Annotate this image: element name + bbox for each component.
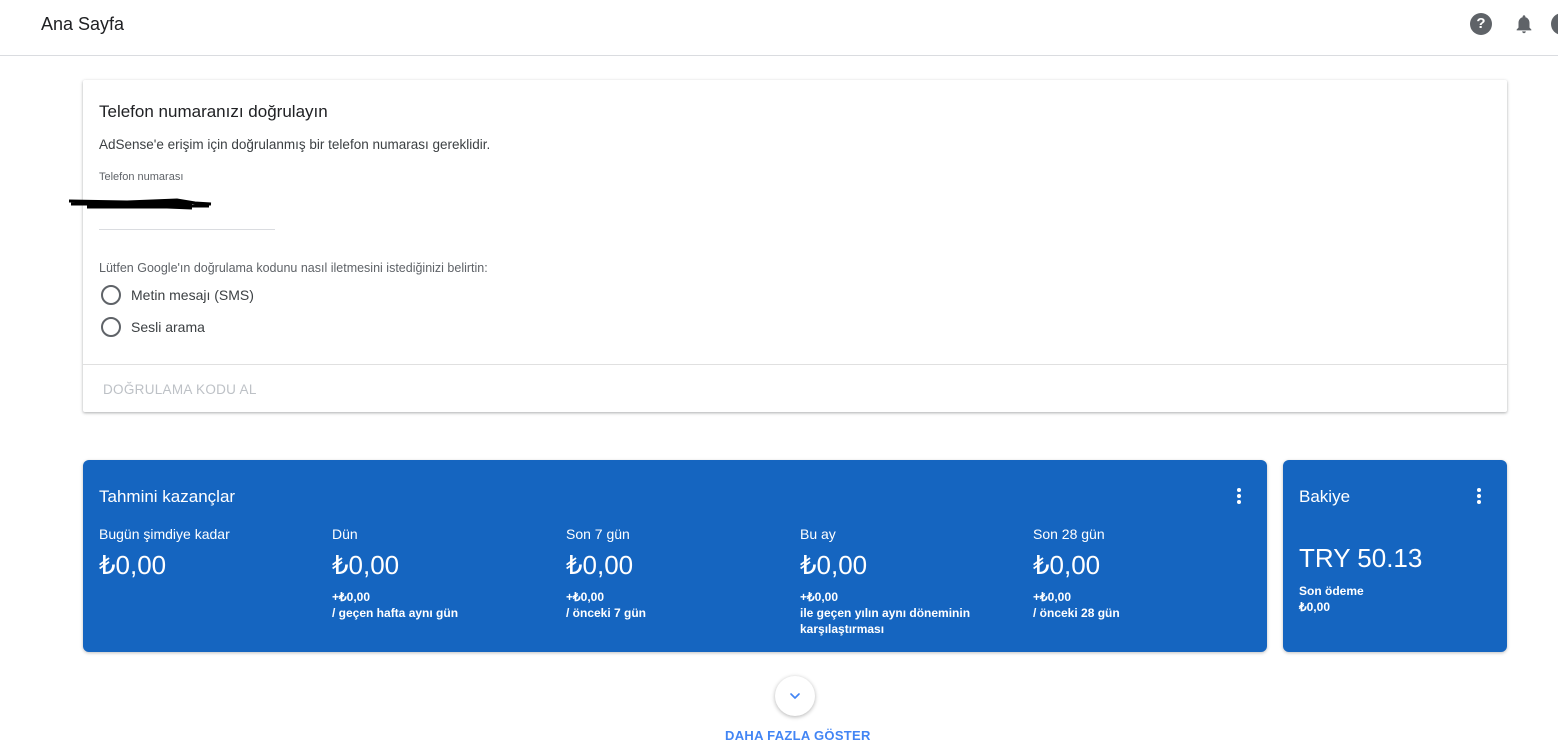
metric-comparison: +₺0,00 ile geçen yılın aynı döneminin ka… xyxy=(800,589,1000,637)
metric-comparison: +₺0,00 / önceki 28 gün xyxy=(1033,589,1233,621)
metric-label: Son 28 gün xyxy=(1033,526,1105,542)
phone-verification-card: Telefon numaranızı doğrulayın AdSense'e … xyxy=(68,80,1507,412)
metric-compare-text: ile geçen yılın aynı döneminin karşılaşt… xyxy=(800,606,971,636)
last-payment-label: Son ödeme xyxy=(1299,584,1364,598)
earnings-card-title: Tahmini kazançlar xyxy=(99,487,236,506)
metric-value: ₺0,00 xyxy=(1033,550,1101,580)
radio-option-sms[interactable]: Metin mesajı (SMS) xyxy=(101,285,254,305)
balance-card-title: Bakiye xyxy=(1299,487,1351,506)
radio-button-icon[interactable] xyxy=(101,285,121,305)
metric-label: Son 7 gün xyxy=(566,526,630,542)
metric-value: ₺0,00 xyxy=(99,550,167,580)
estimated-earnings-card: Tahmini kazançlar Bugün şimdiye kadar ₺0… xyxy=(83,460,1267,652)
metric-label: Bugün şimdiye kadar xyxy=(99,526,230,542)
delivery-method-prompt: Lütfen Google'ın doğrulama kodunu nasıl … xyxy=(99,261,488,275)
radio-button-icon[interactable] xyxy=(101,317,121,337)
metric-value: ₺0,00 xyxy=(332,550,400,580)
metric-label: Bu ay xyxy=(800,526,836,542)
last-payment-value: ₺0,00 xyxy=(1299,600,1330,614)
metric-last-28-days: Son 28 gün ₺0,00 +₺0,00 / önceki 28 gün xyxy=(1033,526,1233,621)
metric-value: ₺0,00 xyxy=(566,550,634,580)
balance-card: Bakiye TRY 50.13 Son ödeme ₺0,00 xyxy=(1283,460,1507,652)
metric-change: +₺0,00 xyxy=(566,590,604,604)
help-icon[interactable]: ? xyxy=(1470,13,1492,35)
card-divider xyxy=(83,364,1507,365)
top-app-bar: Ana Sayfa ? xyxy=(0,0,1558,56)
show-more-button[interactable] xyxy=(775,676,815,716)
get-verification-code-button[interactable]: DOĞRULAMA KODU AL xyxy=(103,382,257,397)
metric-comparison: +₺0,00 / geçen hafta aynı gün xyxy=(332,589,532,621)
metric-change: +₺0,00 xyxy=(800,590,838,604)
chevron-down-icon xyxy=(790,693,800,699)
page-title: Ana Sayfa xyxy=(41,14,125,34)
radio-label-voice-call: Sesli arama xyxy=(131,319,205,335)
redacted-phone-scribble xyxy=(68,198,212,210)
metric-value: ₺0,00 xyxy=(800,550,868,580)
bell-icon[interactable] xyxy=(1513,12,1535,36)
metric-label: Dün xyxy=(332,526,358,542)
metric-change: +₺0,00 xyxy=(1033,590,1071,604)
metric-change: +₺0,00 xyxy=(332,590,370,604)
metric-comparison: +₺0,00 / önceki 7 gün xyxy=(566,589,766,621)
metric-this-month: Bu ay ₺0,00 +₺0,00 ile geçen yılın aynı … xyxy=(800,526,1000,637)
more-vert-icon[interactable] xyxy=(1237,488,1241,504)
show-more-link[interactable]: DAHA FAZLA GÖSTER xyxy=(725,728,871,743)
account-avatar[interactable] xyxy=(1551,13,1558,35)
radio-option-voice-call[interactable]: Sesli arama xyxy=(101,317,205,337)
more-vert-icon[interactable] xyxy=(1477,488,1481,504)
metric-compare-text: / önceki 28 gün xyxy=(1033,606,1120,620)
phone-field-label: Telefon numarası xyxy=(99,171,184,183)
metric-compare-text: / geçen hafta aynı gün xyxy=(332,606,459,620)
balance-value: TRY 50.13 xyxy=(1299,543,1423,573)
metric-last-7-days: Son 7 gün ₺0,00 +₺0,00 / önceki 7 gün xyxy=(566,526,766,621)
card-heading: Telefon numaranızı doğrulayın xyxy=(99,102,328,121)
radio-label-sms: Metin mesajı (SMS) xyxy=(131,287,254,303)
metric-today: Bugün şimdiye kadar ₺0,00 xyxy=(99,526,230,581)
card-description: AdSense'e erişim için doğrulanmış bir te… xyxy=(99,137,491,152)
metric-yesterday: Dün ₺0,00 +₺0,00 / geçen hafta aynı gün xyxy=(332,526,532,621)
metric-compare-text: / önceki 7 gün xyxy=(566,606,647,620)
phone-input-underline[interactable] xyxy=(99,229,275,230)
